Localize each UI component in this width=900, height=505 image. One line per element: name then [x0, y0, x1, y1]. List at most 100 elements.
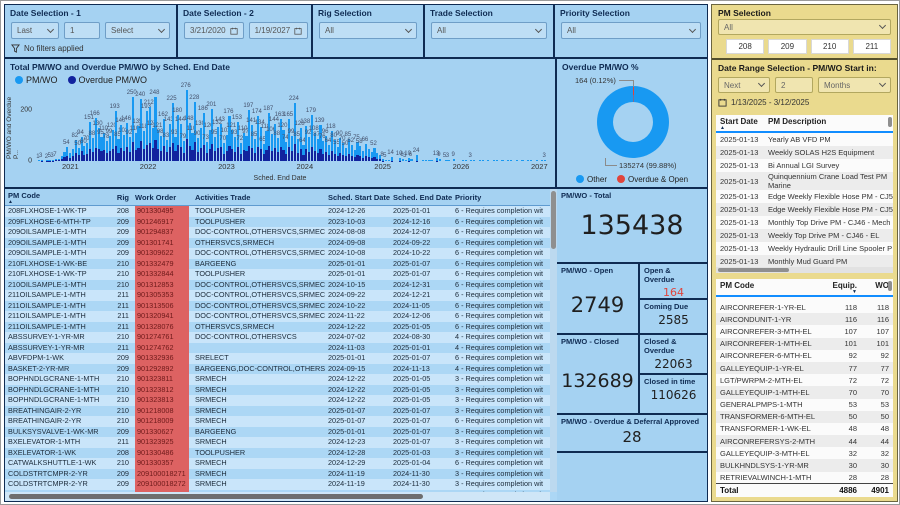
- bar-overdue[interactable]: [69, 158, 71, 161]
- date1-op-dropdown[interactable]: Last: [11, 22, 59, 39]
- list-item[interactable]: 2025-01-13Weekly Top Drive PM - CJ46 - E…: [716, 229, 893, 242]
- bar[interactable]: [479, 160, 481, 161]
- pm-description-header[interactable]: PM Description: [768, 117, 893, 130]
- column-header[interactable]: Sched. Start Date: [325, 193, 390, 202]
- bar-overdue[interactable]: [217, 148, 219, 161]
- list-item[interactable]: LGT/PWRPM-2-MTH-EL7272: [716, 374, 893, 386]
- bar[interactable]: [521, 160, 523, 161]
- bar-overdue[interactable]: [297, 153, 299, 161]
- table-row[interactable]: BREATHINGAIR-2-YR210901218008SRMECH2025-…: [5, 406, 557, 417]
- bar-overdue[interactable]: [106, 153, 108, 161]
- table-row[interactable]: ABSSURVEY-1-YR-MR210901274761DOC-CONTROL…: [5, 332, 557, 343]
- list-item[interactable]: GALLEYEQUIP-1-MTH-EL7070: [716, 386, 893, 398]
- bar-overdue[interactable]: [248, 146, 250, 161]
- bar-overdue[interactable]: [83, 155, 85, 161]
- bar-overdue[interactable]: [112, 149, 114, 161]
- bar[interactable]: [516, 160, 518, 161]
- bar-overdue[interactable]: [157, 149, 159, 161]
- bar-overdue[interactable]: [339, 153, 341, 161]
- bar-overdue[interactable]: [189, 146, 191, 161]
- bar-overdue[interactable]: [154, 140, 156, 161]
- list-item[interactable]: RETRIEVALWINCH-1-MTH2828: [716, 472, 893, 482]
- list-item[interactable]: 2025-01-13Quinquennium Crane Load Test P…: [716, 172, 893, 190]
- bar-overdue[interactable]: [282, 150, 284, 161]
- bar-overdue[interactable]: [183, 153, 185, 161]
- bar-overdue[interactable]: [143, 149, 145, 161]
- rig-button-209[interactable]: 209: [768, 39, 806, 54]
- bar-overdue[interactable]: [206, 153, 208, 161]
- bar-overdue[interactable]: [376, 159, 378, 161]
- bar-overdue[interactable]: [334, 154, 336, 161]
- bar-overdue[interactable]: [302, 155, 304, 161]
- pm-code-header[interactable]: PM Code: [716, 281, 829, 294]
- list-item[interactable]: 2025-01-13Weekly SOLAS H2S Equipment: [716, 146, 893, 159]
- bar[interactable]: [465, 160, 467, 161]
- bar[interactable]: [507, 160, 509, 161]
- bar-overdue[interactable]: [191, 150, 193, 161]
- bar[interactable]: [470, 160, 472, 161]
- bar-overdue[interactable]: [146, 145, 148, 161]
- bar-overdue[interactable]: [117, 153, 119, 161]
- scrollbar-thumb[interactable]: [9, 494, 423, 499]
- bar-overdue[interactable]: [365, 156, 367, 161]
- bar-overdue[interactable]: [100, 151, 102, 161]
- bar-chart-plot[interactable]: 0 200 1325375482509460701518816613095110…: [35, 89, 547, 161]
- bar[interactable]: [38, 160, 40, 161]
- bar-overdue[interactable]: [86, 154, 88, 161]
- table-row[interactable]: BXELEVATOR-1-WK208901330486TOOLPUSHER202…: [5, 448, 557, 459]
- table-row[interactable]: 209FLXHOSE-6-MTH-TP209901246917TOOLPUSHE…: [5, 217, 557, 228]
- rig-dropdown[interactable]: All: [319, 22, 417, 39]
- bar-overdue[interactable]: [200, 148, 202, 161]
- bar[interactable]: [439, 159, 441, 161]
- list-item[interactable]: AIRCONDUNIT-1-YR116116: [716, 313, 893, 325]
- list-item[interactable]: 2025-01-13Weekly Hydraulic Drill Line Sp…: [716, 242, 893, 255]
- bar[interactable]: [493, 160, 495, 161]
- donut-legend-other[interactable]: Other: [576, 175, 607, 184]
- bar-overdue[interactable]: [257, 147, 259, 161]
- bar-overdue[interactable]: [63, 157, 65, 161]
- table-row[interactable]: 209OILSAMPLE-1-MTH209901301741OTHERSVCS,…: [5, 238, 557, 249]
- bar-overdue[interactable]: [169, 147, 171, 161]
- donut-chart[interactable]: [597, 86, 669, 158]
- bar-overdue[interactable]: [328, 155, 330, 161]
- bar[interactable]: [428, 160, 430, 161]
- bar-overdue[interactable]: [172, 143, 174, 162]
- bar-overdue[interactable]: [245, 151, 247, 161]
- bar-overdue[interactable]: [371, 158, 373, 161]
- list-item[interactable]: TRANSFORMER-1-WK-EL4848: [716, 423, 893, 435]
- bar-overdue[interactable]: [203, 145, 205, 161]
- table-row[interactable]: BULKSYSVALVE-1-WK-MR209901330627BARGEENG…: [5, 427, 557, 438]
- bar-overdue[interactable]: [211, 144, 213, 161]
- date1-number-input[interactable]: 1: [64, 22, 100, 39]
- bar[interactable]: [430, 160, 432, 161]
- bar-overdue[interactable]: [81, 151, 83, 161]
- table-row[interactable]: 211OILSAMPLE-1-MTH211901305353DOC-CONTRO…: [5, 290, 557, 301]
- bar-overdue[interactable]: [228, 146, 230, 161]
- start-date-header[interactable]: Start Date▲: [716, 117, 768, 130]
- bar[interactable]: [410, 159, 412, 161]
- scrollbar-thumb[interactable]: [888, 281, 892, 291]
- bar-overdue[interactable]: [152, 148, 154, 161]
- list-item[interactable]: AIRCONREFER-3-MTH-EL107107: [716, 325, 893, 337]
- column-header[interactable]: Activities Trade: [192, 193, 325, 202]
- bar-overdue[interactable]: [311, 147, 313, 161]
- table-row[interactable]: 210FLXHOSE-1-WK-BE210901332479BARGEENG20…: [5, 259, 557, 270]
- bar[interactable]: [385, 160, 387, 161]
- scrollbar-thumb[interactable]: [718, 268, 789, 272]
- bar-overdue[interactable]: [163, 146, 165, 161]
- bar[interactable]: [453, 159, 455, 161]
- table-row[interactable]: ABSSURVEY-1-YR-MR2119012747622024-11-032…: [5, 343, 557, 354]
- date1-unit-dropdown[interactable]: Select: [105, 22, 170, 39]
- table-row[interactable]: 211OILSAMPLE-1-MTH211901320941DOC-CONTRO…: [5, 311, 557, 322]
- bar-overdue[interactable]: [123, 151, 125, 161]
- bar-overdue[interactable]: [194, 142, 196, 161]
- table-row[interactable]: 210FLXHOSE-1-WK-TP210901332844TOOLPUSHER…: [5, 269, 557, 280]
- bar[interactable]: [544, 160, 546, 161]
- bar-overdue[interactable]: [359, 156, 361, 161]
- bar-overdue[interactable]: [379, 159, 381, 161]
- bar-overdue[interactable]: [166, 152, 168, 161]
- bar-overdue[interactable]: [251, 148, 253, 161]
- rig-button-210[interactable]: 210: [811, 39, 849, 54]
- column-header[interactable]: Sched. End Date: [390, 193, 452, 202]
- bar-overdue[interactable]: [265, 150, 267, 161]
